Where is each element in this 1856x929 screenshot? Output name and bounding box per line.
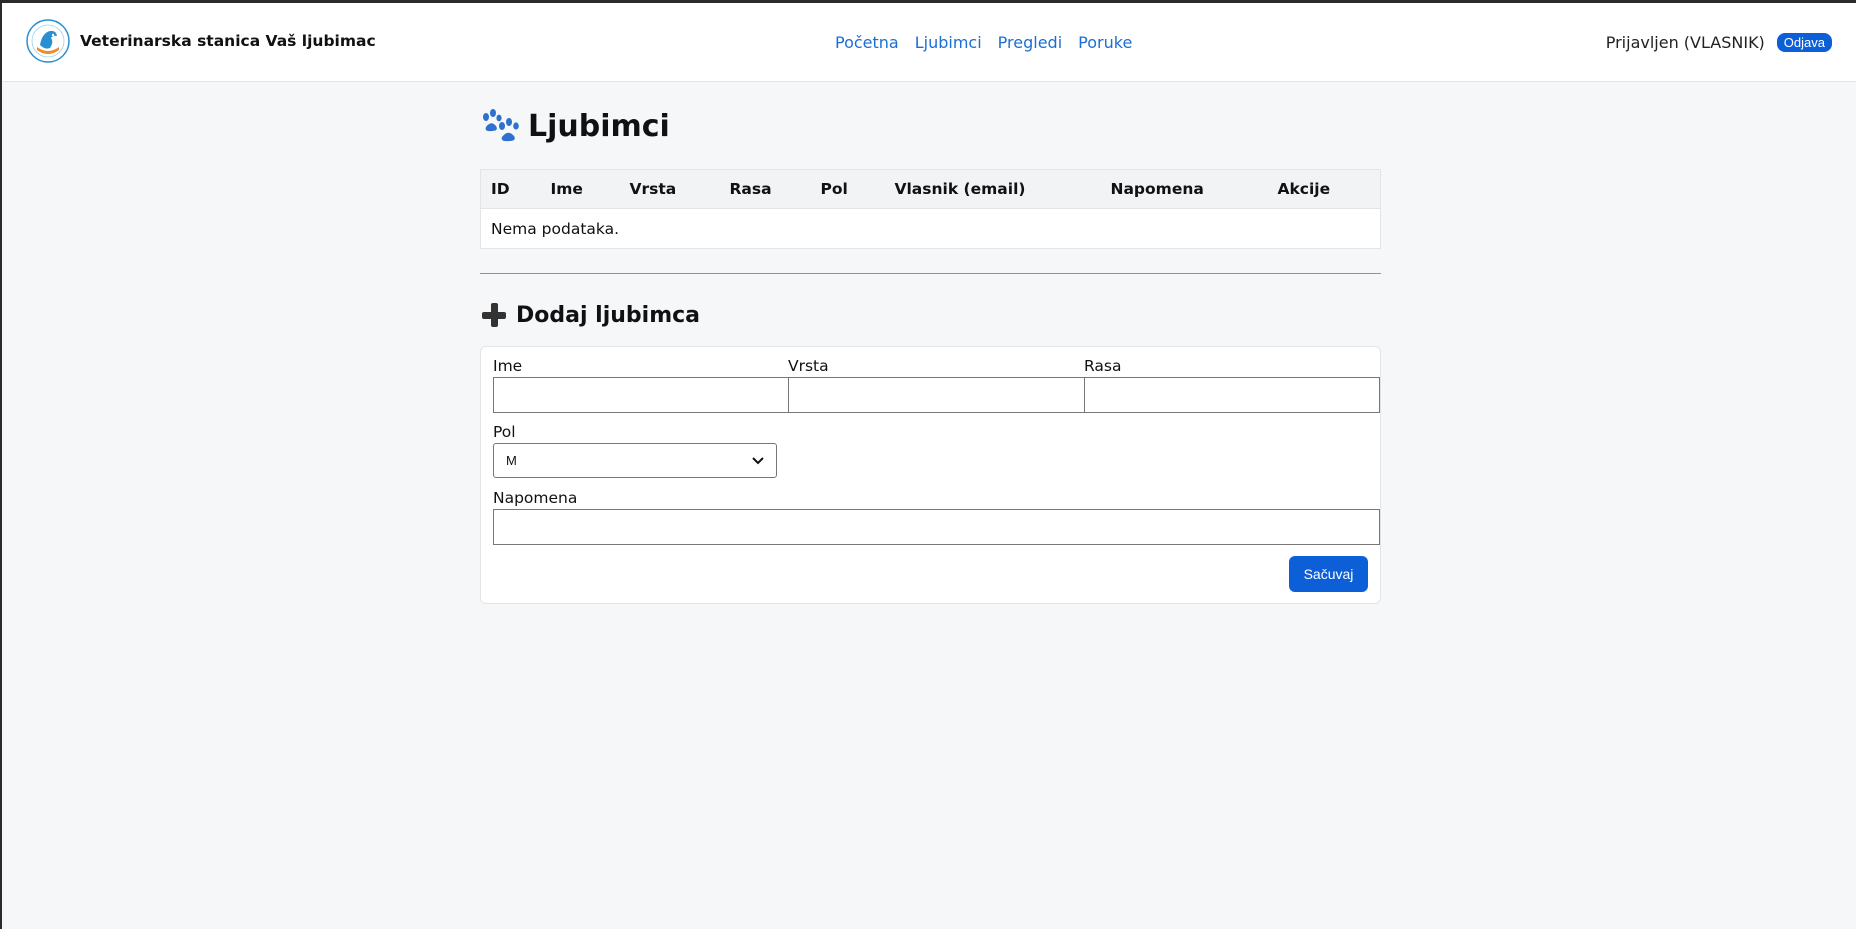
pol-select[interactable]: M — [493, 443, 777, 478]
chevron-down-icon — [752, 456, 764, 464]
table-header-row: ID Ime Vrsta Rasa Pol Vlasnik (email) Na… — [480, 169, 1381, 209]
main-nav: Početna Ljubimci Pregledi Poruke — [835, 33, 1132, 52]
empty-table-message: Nema podataka. — [491, 219, 620, 238]
add-pet-heading: Dodaj ljubimca — [480, 298, 1381, 332]
pets-table: ID Ime Vrsta Rasa Pol Vlasnik (email) Na… — [480, 169, 1381, 249]
logout-button[interactable]: Odjava — [1776, 33, 1832, 52]
rasa-label: Rasa — [1084, 357, 1122, 375]
ime-input[interactable] — [493, 377, 789, 413]
save-button[interactable]: Sačuvaj — [1289, 556, 1368, 592]
nav-link-poruke[interactable]: Poruke — [1078, 33, 1132, 52]
page-title: Ljubimci — [480, 103, 1381, 149]
napomena-input[interactable] — [493, 509, 1380, 545]
column-header-rasa: Rasa — [719, 169, 811, 209]
vrsta-input[interactable] — [788, 377, 1085, 413]
column-header-vlasnik: Vlasnik (email) — [884, 169, 1101, 209]
main-content: Ljubimci ID Ime Vrsta Rasa Pol Vlasnik (… — [480, 103, 1381, 604]
plus-icon — [480, 301, 508, 329]
add-pet-form: Ime Vrsta Rasa Pol M Napomena Sačuvaj — [480, 346, 1381, 604]
napomena-label: Napomena — [493, 489, 578, 507]
brand-name: Veterinarska stanica Vaš ljubimac — [80, 32, 376, 50]
brand[interactable]: Veterinarska stanica Vaš ljubimac — [26, 19, 376, 63]
nav-link-pregledi[interactable]: Pregledi — [998, 33, 1062, 52]
veterinary-clinic-logo — [26, 19, 70, 63]
column-header-akcije: Akcije — [1267, 169, 1381, 209]
column-header-id: ID — [480, 169, 541, 209]
vrsta-label: Vrsta — [788, 357, 829, 375]
page-title-text: Ljubimci — [528, 108, 670, 144]
column-header-vrsta: Vrsta — [619, 169, 720, 209]
table-row: Nema podataka. — [481, 209, 1381, 249]
rasa-input[interactable] — [1084, 377, 1380, 413]
column-header-napomena: Napomena — [1100, 169, 1268, 209]
add-pet-heading-text: Dodaj ljubimca — [516, 302, 701, 328]
column-header-pol: Pol — [810, 169, 885, 209]
paw-icon — [483, 109, 519, 142]
top-navbar: Veterinarska stanica Vaš ljubimac Početn… — [2, 3, 1856, 82]
pol-label: Pol — [493, 423, 516, 441]
nav-link-ljubimci[interactable]: Ljubimci — [915, 33, 982, 52]
pol-selected-value: M — [506, 453, 517, 468]
nav-link-pocetna[interactable]: Početna — [835, 33, 899, 52]
ime-label: Ime — [493, 357, 523, 375]
column-header-ime: Ime — [540, 169, 620, 209]
user-area: Prijavljen (VLASNIK) Odjava — [1606, 33, 1832, 52]
section-divider — [480, 273, 1381, 274]
login-status: Prijavljen (VLASNIK) — [1605, 33, 1765, 52]
